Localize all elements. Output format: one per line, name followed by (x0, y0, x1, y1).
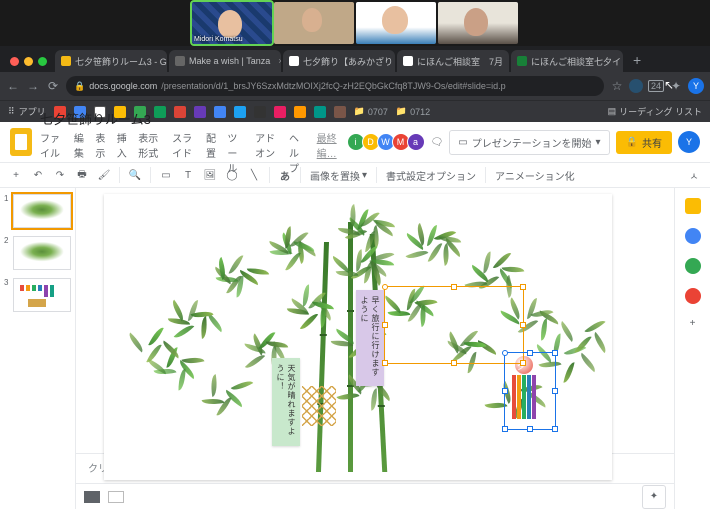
reload-button[interactable]: ⟳ (46, 79, 60, 93)
close-window[interactable] (10, 57, 19, 66)
tab-gmail[interactable]: にほんご相談室 7月× (397, 50, 509, 72)
last-edit[interactable]: 最終編… (317, 130, 342, 175)
tab-amikazari[interactable]: 七夕飾り【あみかざり× (283, 50, 395, 72)
add-panel-button[interactable]: + (690, 318, 696, 329)
paint-format-button[interactable]: 🖌 (94, 165, 114, 185)
close-icon[interactable]: × (278, 56, 281, 66)
share-button[interactable]: 🔒 共有 (616, 131, 672, 154)
address-bar[interactable]: 🔒 docs.google.com/presentation/d/1_brsJY… (66, 76, 604, 96)
window-controls (4, 57, 55, 72)
thumbnail-3[interactable] (13, 278, 71, 312)
reading-list[interactable]: ▤ リーディング リスト (608, 105, 702, 118)
collaborators: i D W M a (350, 133, 425, 151)
explore-button[interactable]: ✦ (642, 485, 666, 509)
selection-box-b[interactable] (504, 352, 556, 430)
line-tool[interactable]: ╲ (244, 165, 264, 185)
address-bar-row: ← → ⟳ 🔒 docs.google.com/presentation/d/1… (0, 72, 710, 100)
tab-make-a-wish[interactable]: Make a wish | Tanza× (169, 50, 281, 72)
tanzaku-green[interactable]: 天気が晴れますように！ (272, 358, 300, 446)
participant-3[interactable] (356, 2, 436, 44)
animation[interactable]: アニメーション化 (491, 168, 579, 183)
browser-window: 七夕笹飾りルーム3 - G× Make a wish | Tanza× 七夕飾り… (0, 46, 710, 509)
workspace: 1 2 3 早く旅行に行けますように 天気が晴れますように！ (0, 188, 710, 509)
thumbnail-1[interactable] (13, 194, 71, 228)
url-path: /presentation/d/1_brsJY6SzxMdtzMOIXj2fcQ… (161, 81, 505, 91)
extensions-icon[interactable]: ✦ (669, 79, 683, 93)
slide-thumbnails: 1 2 3 (0, 188, 76, 509)
back-button[interactable]: ← (6, 79, 20, 93)
extension-icons: ☆ 24 ✦ Y (610, 78, 704, 94)
document-title[interactable]: 七夕笹飾りルーム3 (40, 109, 342, 128)
participant-4[interactable] (438, 2, 518, 44)
grid-view-icon[interactable] (108, 491, 124, 503)
minimize-window[interactable] (24, 57, 33, 66)
toolbar: + ↶ ↷ 🖶 🖌 🔍 ▭ T 🖼 ◯ ╲ あ 画像を置換 ▾ 書式設定オプショ… (0, 162, 710, 188)
print-button[interactable]: 🖶 (72, 165, 92, 185)
ime-button[interactable]: あ (275, 165, 295, 185)
participant-1[interactable]: Midori Komatsu (192, 2, 272, 44)
account-avatar[interactable]: Y (678, 131, 700, 153)
keep-icon[interactable] (685, 198, 701, 214)
bookmark-folder-0707[interactable]: 📁0707 (354, 106, 388, 117)
undo-button[interactable]: ↶ (28, 165, 48, 185)
filmstrip-view-icon[interactable] (84, 491, 100, 503)
image-tool[interactable]: 🖼 (200, 165, 220, 185)
maximize-window[interactable] (38, 57, 47, 66)
slides-header: 七夕笹飾りルーム3 ファイル 編集 表示 挿入 表示形式 スライド 配置 ツール… (0, 122, 710, 162)
slide-canvas[interactable]: 早く旅行に行けますように 天気が晴れますように！ 夕 (104, 194, 612, 480)
star-icon[interactable]: ☆ (610, 79, 624, 93)
url-host: docs.google.com (89, 81, 157, 91)
maps-icon[interactable] (685, 288, 701, 304)
new-tab-button[interactable]: + (625, 52, 649, 72)
tab-slides[interactable]: 七夕笹飾りルーム3 - G× (55, 50, 167, 72)
participant-2[interactable] (274, 2, 354, 44)
zoom-button[interactable]: 🔍 (125, 165, 145, 185)
thumbnail-2[interactable] (13, 236, 71, 270)
participant-1-name: Midori Komatsu (194, 36, 243, 43)
redo-button[interactable]: ↷ (50, 165, 70, 185)
side-panel: + (674, 188, 710, 509)
forward-button[interactable]: → (26, 79, 40, 93)
bookmark-folder-0712[interactable]: 📁0712 (396, 106, 430, 117)
video-call-strip: Midori Komatsu (0, 0, 710, 46)
tabs-count[interactable]: 24 (648, 80, 664, 92)
extension-1[interactable] (629, 79, 643, 93)
present-button[interactable]: ▭ プレゼンテーションを開始 ▾ (449, 130, 609, 155)
tab-strip: 七夕笹飾りルーム3 - G× Make a wish | Tanza× 七夕飾り… (0, 46, 710, 72)
lock-icon: 🔒 (74, 81, 85, 92)
format-options[interactable]: 書式設定オプション (382, 168, 480, 183)
tanzaku-purple[interactable]: 早く旅行に行けますように (356, 290, 384, 386)
google-slides-app: 七夕笹飾りルーム3 ファイル 編集 表示 挿入 表示形式 スライド 配置 ツール… (0, 122, 710, 509)
canvas-area: 早く旅行に行けますように 天気が晴れますように！ 夕 (76, 188, 674, 509)
bottom-bar: ✦ (76, 483, 674, 509)
shape-tool[interactable]: ◯ (222, 165, 242, 185)
profile-avatar[interactable]: Y (688, 78, 704, 94)
new-slide-button[interactable]: + (6, 165, 26, 185)
apps-icon: ⠿ (8, 106, 15, 117)
textbox-tool[interactable]: T (178, 165, 198, 185)
tasks-icon[interactable] (685, 228, 701, 244)
tab-sheets[interactable]: にほんご相談室七夕イ× (511, 50, 623, 72)
slides-logo-icon[interactable] (10, 128, 32, 156)
comments-icon[interactable]: 🗨 (431, 137, 444, 148)
select-tool[interactable]: ▭ (156, 165, 176, 185)
gold-ornament[interactable] (302, 386, 336, 426)
collab-avatar[interactable]: a (407, 133, 425, 151)
hide-menus-button[interactable]: ㅅ (684, 165, 704, 185)
contacts-icon[interactable] (685, 258, 701, 274)
